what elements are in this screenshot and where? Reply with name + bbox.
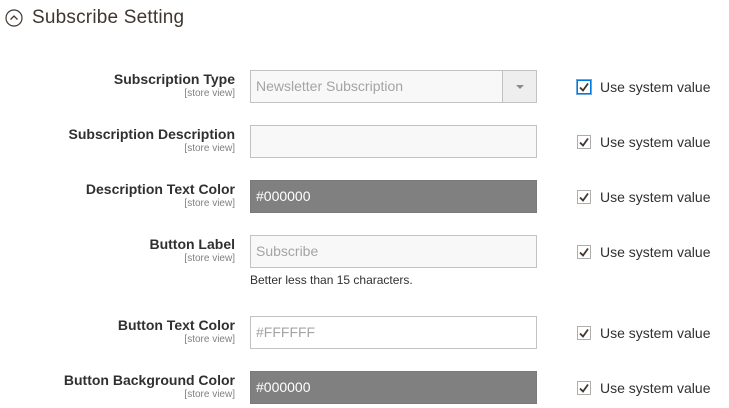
chevron-down-icon[interactable] — [502, 71, 536, 102]
select-value: Newsletter Subscription — [256, 78, 404, 94]
use-system-value-toggle[interactable]: Use system value — [577, 188, 710, 206]
checkmark-icon — [579, 383, 589, 393]
button-text-color-input[interactable]: #FFFFFF — [250, 316, 537, 349]
use-system-value-checkbox[interactable] — [577, 381, 591, 395]
scope-label: [store view] — [184, 253, 235, 264]
use-system-value-toggle[interactable]: Use system value — [577, 78, 710, 96]
button-label-input[interactable]: Subscribe — [250, 235, 537, 268]
subscription-description-input[interactable] — [250, 125, 537, 158]
description-text-color-input[interactable]: #000000 — [250, 180, 537, 213]
scope-label: [store view] — [184, 334, 235, 345]
subscription-type-select[interactable]: Newsletter Subscription — [250, 70, 537, 103]
button-background-color-input[interactable]: #000000 — [250, 371, 537, 404]
field-label-group: Description Text Color [store view] — [86, 181, 235, 210]
scope-label: [store view] — [184, 143, 235, 154]
use-system-value-checkbox[interactable] — [577, 80, 591, 94]
section-title: Subscribe Setting — [32, 7, 185, 28]
field-note: Better less than 15 characters. — [250, 273, 413, 287]
field-label: Button Label — [149, 236, 235, 252]
field-label-group: Subscription Description [store view] — [69, 126, 235, 155]
checkmark-icon — [579, 247, 589, 257]
use-system-value-toggle[interactable]: Use system value — [577, 133, 710, 151]
section-header-subscribe-setting[interactable]: Subscribe Setting — [5, 6, 184, 30]
field-label: Subscription Description — [68, 126, 235, 142]
use-system-value-label: Use system value — [600, 189, 711, 205]
use-system-value-checkbox[interactable] — [577, 135, 591, 149]
field-label-group: Button Label [store view] — [149, 236, 235, 265]
use-system-value-checkbox[interactable] — [577, 190, 591, 204]
field-label: Button Text Color — [117, 317, 235, 333]
field-label: Button Background Color — [63, 372, 235, 388]
field-label-group: Button Text Color [store view] — [118, 317, 235, 346]
use-system-value-label: Use system value — [600, 380, 711, 396]
use-system-value-checkbox[interactable] — [577, 326, 591, 340]
scope-label: [store view] — [184, 198, 235, 209]
field-label-group: Button Background Color [store view] — [64, 372, 235, 401]
checkmark-icon — [579, 137, 589, 147]
field-label-group: Subscription Type [store view] — [114, 71, 235, 100]
use-system-value-checkbox[interactable] — [577, 245, 591, 259]
field-label: Description Text Color — [85, 181, 235, 197]
use-system-value-label: Use system value — [600, 325, 711, 341]
use-system-value-label: Use system value — [600, 79, 711, 95]
use-system-value-toggle[interactable]: Use system value — [577, 243, 710, 261]
use-system-value-label: Use system value — [600, 244, 711, 260]
use-system-value-toggle[interactable]: Use system value — [577, 379, 710, 397]
use-system-value-toggle[interactable]: Use system value — [577, 324, 710, 342]
checkmark-icon — [579, 328, 589, 338]
checkmark-icon — [579, 192, 589, 202]
field-label: Subscription Type — [113, 71, 235, 87]
checkmark-icon — [579, 82, 589, 92]
scope-label: [store view] — [184, 389, 235, 400]
collapse-circle-icon — [5, 9, 23, 27]
use-system-value-label: Use system value — [600, 134, 711, 150]
scope-label: [store view] — [184, 88, 235, 99]
